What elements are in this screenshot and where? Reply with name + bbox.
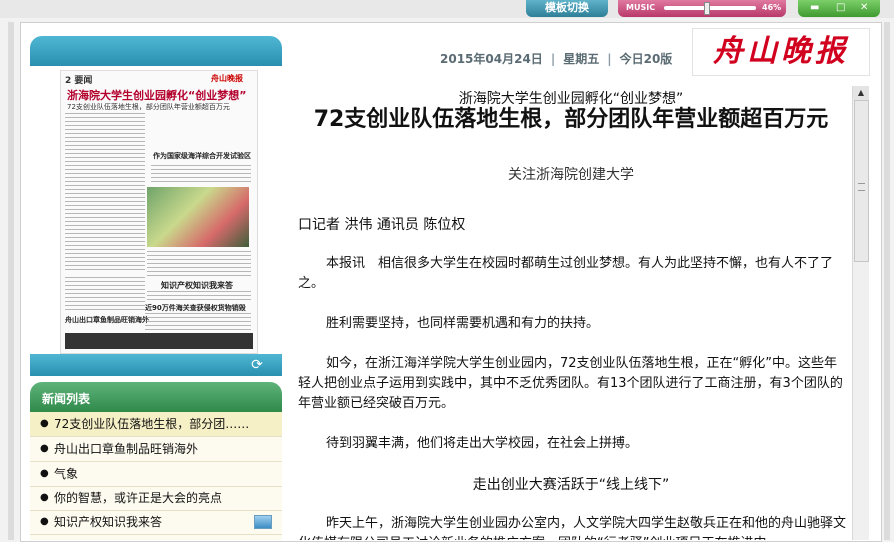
frame-edge-right (884, 22, 890, 540)
volume-slider-handle[interactable] (704, 2, 711, 15)
thumb-text-column (65, 113, 145, 273)
frame-edge-left (8, 22, 14, 540)
page-thumbnail[interactable]: 2 要闻 舟山晚报 浙海院大学生创业园孵化“创业梦想” 72支创业队伍落地生根，… (60, 70, 258, 354)
thumb-caption-3: 舟山出口章鱼制品旺销海外 (65, 316, 149, 324)
thumb-text-block (147, 251, 251, 277)
thumb-masthead: 舟山晚报 (211, 74, 243, 83)
maximize-icon[interactable]: □ (836, 2, 845, 13)
page-thumbnail-panel: 2 要闻 舟山晚报 浙海院大学生创业园孵化“创业梦想” 72支创业队伍落地生根，… (30, 36, 282, 376)
thumb-caption: 知识产权知识我来答 (161, 281, 233, 290)
article-paragraph: 待到羽翼丰满，他们将走出大学校园，在社会上拼搏。 (326, 436, 639, 451)
news-list-item[interactable]: ● 气象 (30, 462, 282, 487)
window-controls: ▬ □ ✕ (798, 0, 880, 17)
bullet-icon: ● (40, 443, 49, 454)
thumbnail-header (30, 36, 282, 66)
thumb-headline: 浙海院大学生创业园孵化“创业梦想” (67, 89, 247, 102)
volume-percent: 46% (762, 3, 782, 12)
thumbnail-footer: ⟳ (30, 354, 282, 376)
grip-icon (858, 183, 865, 191)
news-list-item[interactable]: ● 舟山出口章鱼制品旺销海外 (30, 437, 282, 462)
thumb-page-number: 2 要闻 (65, 76, 93, 86)
article-subtitle: 关注浙海院创建大学 (508, 167, 634, 183)
music-label: MUSIC (626, 3, 656, 12)
close-icon[interactable]: ✕ (860, 2, 868, 13)
article-paragraph: 如今，在浙江海洋学院大学生创业园内，72支创业队伍落地生根，正在“孵化”中。这些… (298, 356, 843, 411)
thumb-headline-2: 作为国家级海洋综合开发试验区 你的智慧，或许正是大会的亮点 (153, 152, 253, 160)
minimize-icon[interactable]: ▬ (810, 2, 819, 13)
article-paragraph: 昨天上午，浙海院大学生创业园办公室内，人文学院大四学生赵敬兵正在和他的舟山驰驿文… (298, 516, 847, 540)
article-paragraph: 本报讯 相信很多大学生在校园时都萌生过创业梦想。有人为此坚持不懈，也有人不了了之… (298, 256, 834, 291)
template-switch-button[interactable]: 模板切换 (526, 0, 608, 17)
article-intro-title: 浙海院大学生创业园孵化“创业梦想” (458, 91, 684, 107)
thumb-text-block (151, 165, 251, 185)
image-icon (254, 515, 272, 529)
scrollbar-thumb[interactable] (854, 100, 869, 262)
thumb-text-block (145, 313, 251, 331)
article-scrollbar[interactable]: ▲ (852, 86, 869, 540)
bullet-icon: ● (40, 492, 49, 503)
date-bar: 2015年04月24日 | 星期五 | 今日20版 (440, 52, 673, 66)
thumb-caption-2: 近90万件海关查获侵权货物销毁 (145, 304, 246, 312)
scroll-up-icon[interactable]: ▲ (853, 86, 869, 100)
news-list-panel: 新闻列表 ● 72支创业队伍落地生根，部分团…… ● 舟山出口章鱼制品旺销海外 … (30, 382, 282, 540)
news-list-header: 新闻列表 (30, 382, 282, 412)
thumb-text-block (147, 291, 251, 301)
thumb-subheadline: 72支创业队伍落地生根，部分团队年营业额超百万元 (67, 103, 230, 111)
news-list-item[interactable]: ● 知识产权知识我来答 (30, 510, 282, 535)
issue-page-count: 今日20版 (619, 52, 673, 66)
article-body: 浙海院大学生创业园孵化“创业梦想” 72支创业队伍落地生根，部分团队年营业额超百… (290, 86, 852, 540)
refresh-icon[interactable]: ⟳ (246, 357, 268, 373)
news-list-item[interactable]: ● 你的智慧，或许正是大会的亮点 (30, 486, 282, 511)
article-byline: 口记者 洪伟 通讯员 陈位权 (298, 217, 466, 233)
issue-weekday: 星期五 (563, 52, 600, 66)
newspaper-logo: 舟山晚报 (692, 28, 870, 76)
thumb-ad-banner (65, 333, 253, 349)
bullet-icon: ● (40, 468, 49, 479)
bullet-icon: ● (40, 516, 49, 527)
issue-date: 2015年04月24日 (440, 52, 543, 66)
music-control: MUSIC 46% (618, 0, 786, 17)
thumb-photo (147, 187, 249, 247)
bullet-icon: ● (40, 418, 49, 429)
thumb-text-block (65, 277, 145, 313)
article-section-heading: 走出创业大赛活跃于“线上线下” (472, 477, 670, 493)
article-title: 72支创业队伍落地生根，部分团队年营业额超百万元 (313, 107, 829, 132)
article-paragraph: 胜利需要坚持，也同样需要机遇和有力的扶持。 (326, 316, 600, 331)
news-list-item[interactable]: ● 72支创业队伍落地生根，部分团…… (30, 412, 282, 437)
